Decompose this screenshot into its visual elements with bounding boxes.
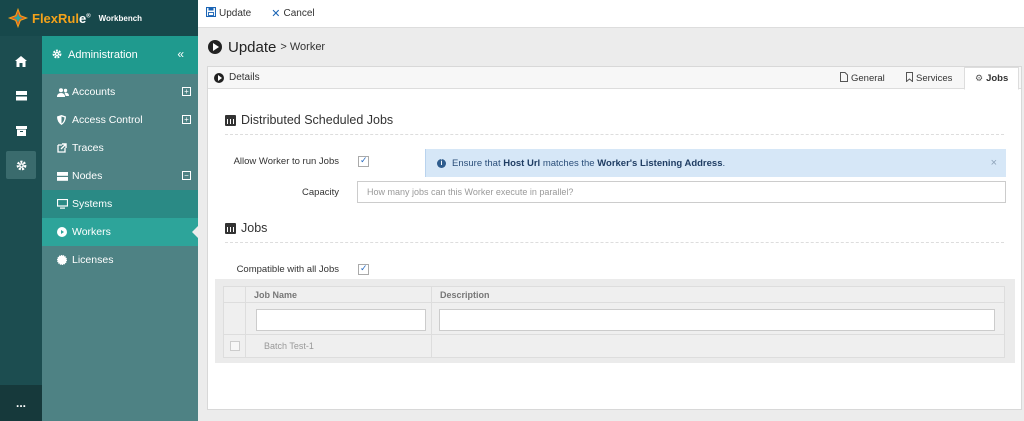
expand-icon[interactable]: + (182, 87, 191, 96)
close-alert-icon[interactable]: × (991, 157, 997, 169)
compatible-label: Compatible with all Jobs (236, 264, 339, 275)
description-filter-input[interactable] (439, 309, 995, 331)
page-title-sub: > Worker (280, 41, 326, 53)
server-icon[interactable] (0, 81, 42, 111)
play-icon (57, 227, 71, 237)
expand-icon[interactable]: + (182, 115, 191, 124)
details-panel: Details General Services ⚙ Jobs Distribu… (207, 66, 1022, 410)
bookmark-icon (906, 72, 913, 84)
section-title-distributed: Distributed Scheduled Jobs (225, 113, 393, 127)
toolbar: Update ✕ Cancel (198, 0, 1024, 28)
sidebar-item-licenses[interactable]: Licenses (42, 246, 198, 274)
page-title-main: Update (228, 38, 277, 56)
sidebar-item-label: Nodes (72, 170, 103, 182)
gear-icon (52, 49, 62, 62)
save-icon (205, 6, 217, 20)
panel-header: Details General Services ⚙ Jobs (208, 67, 1021, 90)
brand-subtitle: Workbench (98, 13, 143, 23)
home-icon[interactable] (0, 46, 42, 76)
table-row-job-name[interactable]: Batch Test-1 (246, 335, 432, 357)
server-icon (57, 171, 71, 181)
row-checkbox[interactable] (230, 341, 240, 351)
cancel-button[interactable]: ✕ Cancel (271, 7, 314, 20)
jobs-table: Job Name Description Batch Test-1 (223, 286, 1005, 358)
tab-services[interactable]: Services (906, 67, 952, 89)
cancel-label: Cancel (283, 8, 315, 19)
allow-worker-label: Allow Worker to run Jobs (233, 156, 339, 167)
sidebar-item-label: Workers (72, 226, 111, 238)
external-link-icon (57, 143, 71, 153)
alert-text: Ensure that Host Url matches the Worker'… (452, 157, 726, 169)
details-label: Details (229, 72, 260, 83)
info-icon: i (437, 158, 446, 168)
capacity-input[interactable]: How many jobs can this Worker execute in… (357, 181, 1006, 203)
update-button[interactable]: Update (205, 6, 252, 20)
filter-cell (432, 303, 1005, 335)
tab-jobs[interactable]: ⚙ Jobs (964, 67, 1020, 90)
brand-bar: FlexRule® Workbench (0, 0, 198, 36)
archive-icon[interactable] (0, 116, 42, 146)
divider (225, 242, 1004, 243)
info-alert: i Ensure that Host Url matches the Worke… (425, 149, 1006, 177)
sidebar-item-label: Licenses (72, 254, 114, 266)
gear-icon[interactable] (6, 151, 36, 179)
play-circle-icon (214, 72, 224, 83)
icon-rail: ... (0, 0, 42, 421)
play-circle-icon (208, 40, 222, 54)
sidebar: Administration « Accounts + Access Contr… (42, 36, 198, 421)
tab-label: Services (916, 72, 953, 84)
sidebar-item-nodes[interactable]: Nodes − (42, 162, 198, 190)
calendar-icon (225, 114, 236, 126)
sidebar-header: Administration « (42, 36, 198, 74)
filter-cell (246, 303, 432, 335)
section-title-text: Distributed Scheduled Jobs (241, 113, 394, 127)
details-heading: Details (214, 72, 260, 83)
sidebar-item-label: Access Control (72, 114, 143, 126)
select-all-cell (224, 287, 246, 303)
sidebar-item-workers[interactable]: Workers (42, 218, 198, 246)
allow-worker-checkbox[interactable] (358, 155, 369, 167)
table-row-description[interactable] (432, 335, 1005, 357)
section-title-text: Jobs (241, 221, 268, 235)
page-title: Update > Worker (208, 38, 325, 56)
collapse-icon[interactable]: − (182, 171, 191, 180)
certificate-icon (57, 255, 71, 265)
section-title-jobs: Jobs (225, 221, 267, 235)
sidebar-item-label: Accounts (72, 86, 116, 98)
sidebar-item-access-control[interactable]: Access Control + (42, 106, 198, 134)
monitor-icon (57, 199, 71, 209)
capacity-label: Capacity (302, 187, 339, 198)
calendar-icon (225, 222, 236, 234)
sidebar-item-label: Systems (72, 198, 113, 210)
tab-label: General (851, 72, 885, 84)
more-button[interactable]: ... (0, 385, 42, 421)
shield-icon (57, 115, 71, 125)
column-header-job-name[interactable]: Job Name (246, 287, 432, 303)
sidebar-header-label: Administration (68, 49, 138, 61)
update-label: Update (219, 8, 252, 19)
jobs-grid: Job Name Description Batch Test-1 (215, 279, 1015, 363)
close-icon: ✕ (271, 8, 281, 20)
sidebar-item-accounts[interactable]: Accounts + (42, 78, 198, 106)
tab-general[interactable]: General (840, 67, 885, 89)
sidebar-item-traces[interactable]: Traces (42, 134, 198, 162)
compatible-checkbox[interactable] (358, 263, 369, 275)
job-name-filter-input[interactable] (256, 309, 426, 331)
flexrule-logo (7, 7, 29, 29)
brand-name: FlexRule® (32, 10, 91, 26)
column-header-description[interactable]: Description (432, 287, 1005, 303)
users-icon (57, 87, 71, 97)
sidebar-item-label: Traces (72, 142, 104, 154)
filter-cell (224, 303, 246, 335)
divider (225, 134, 1004, 135)
row-select-cell (224, 335, 246, 357)
file-icon (840, 72, 848, 84)
cogs-icon: ⚙ (975, 73, 984, 83)
collapse-sidebar-icon[interactable]: « (177, 47, 184, 61)
sidebar-item-systems[interactable]: Systems (42, 190, 198, 218)
tab-label: Jobs (986, 73, 1009, 84)
